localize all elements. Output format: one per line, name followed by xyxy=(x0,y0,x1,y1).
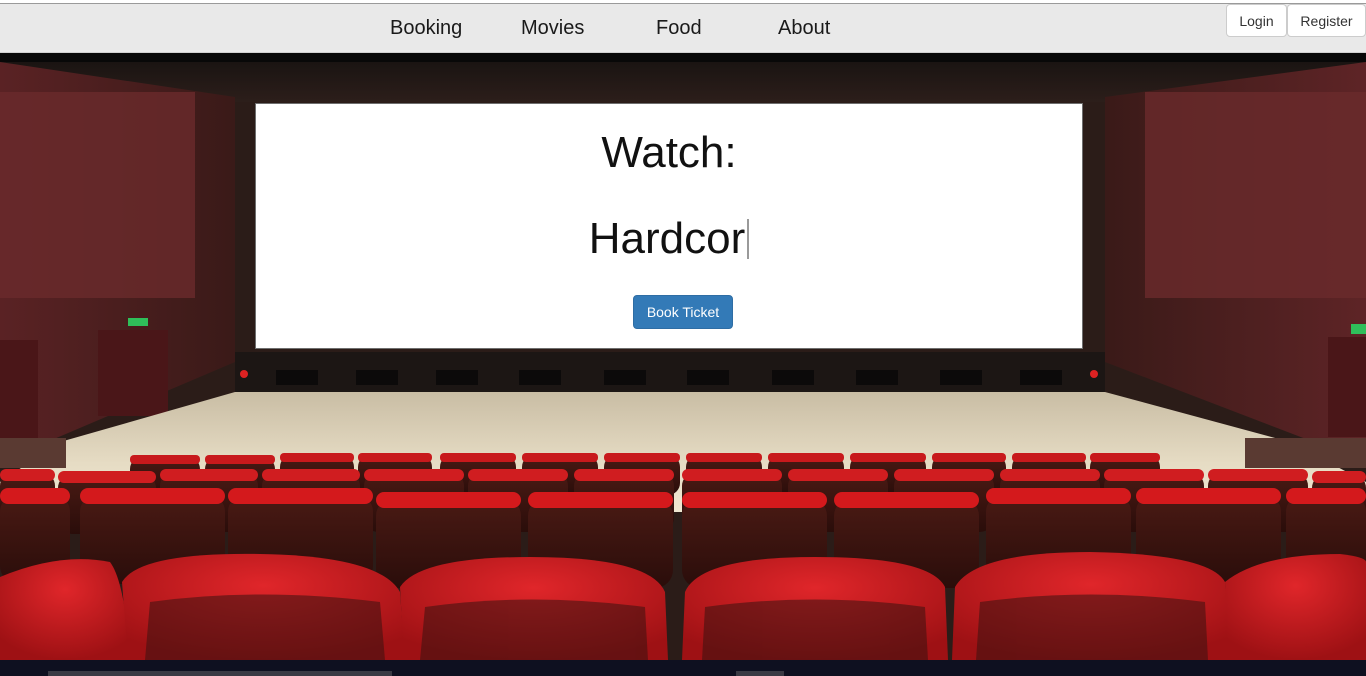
typing-cursor xyxy=(747,219,750,259)
header-shadow-bar xyxy=(0,53,1366,62)
book-ticket-button[interactable]: Book Ticket xyxy=(633,295,733,329)
login-button[interactable]: Login xyxy=(1226,4,1287,37)
cinema-hero: Watch: Hardcor Book Ticket xyxy=(0,62,1366,660)
footer-segment xyxy=(48,671,392,676)
nav-link-about[interactable]: About xyxy=(778,17,830,40)
watch-label: Watch: xyxy=(601,128,737,177)
register-button[interactable]: Register xyxy=(1287,4,1366,37)
nav-link-booking[interactable]: Booking xyxy=(390,17,462,40)
hero-screen-panel: Watch: Hardcor Book Ticket xyxy=(255,103,1083,349)
footer-segment xyxy=(736,671,784,676)
nav-link-movies[interactable]: Movies xyxy=(521,17,584,40)
navbar: Booking Movies Food About Login Register xyxy=(0,4,1366,53)
movie-title: Hardcor xyxy=(588,214,746,263)
movie-title-line: Hardcor xyxy=(256,214,1082,264)
nav-link-food[interactable]: Food xyxy=(656,17,702,40)
footer-strip xyxy=(0,660,1366,676)
